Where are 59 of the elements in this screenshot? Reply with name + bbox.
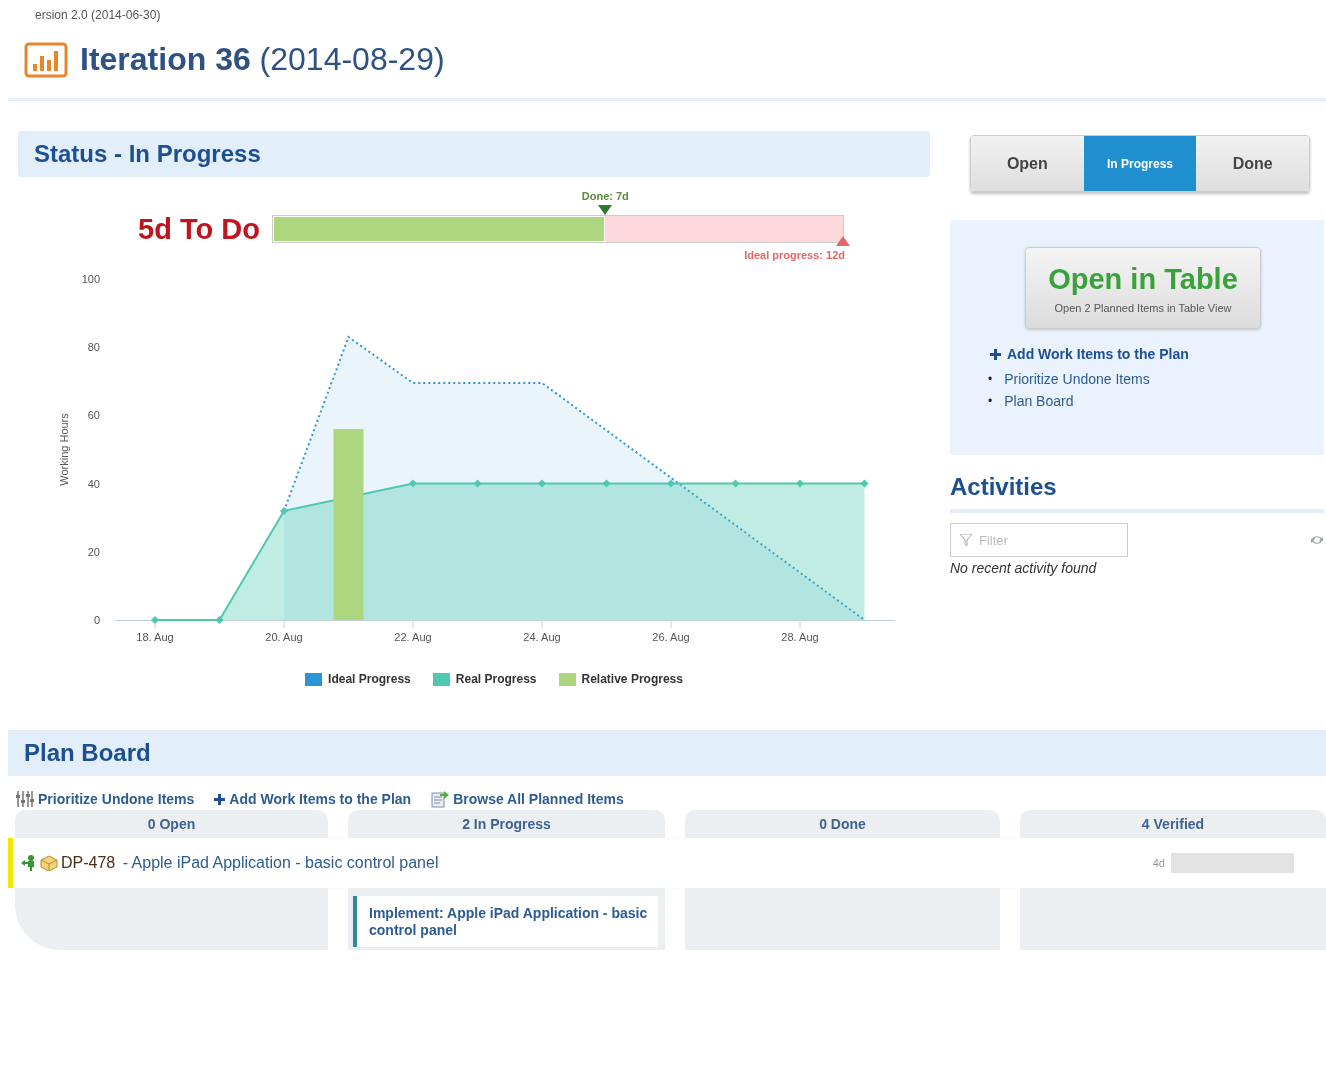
version-text: ersion 2.0 (2014-06-30) <box>34 7 161 22</box>
legend-swatch <box>432 672 450 686</box>
legend-label: Relative Progress <box>581 672 683 686</box>
axis-tick-label: 0 <box>93 614 100 626</box>
todo-text: 5d To Do <box>137 212 261 246</box>
activities-heading: Activities <box>950 473 1324 513</box>
section-heading: Plan Board <box>8 730 1326 776</box>
bullet: • <box>988 394 993 408</box>
done-label: Done: 7d <box>580 190 630 202</box>
package-icon <box>40 855 58 871</box>
axis-tick-label: 26. Aug <box>652 631 690 643</box>
column-header: 2 In Progress <box>348 810 665 838</box>
work-item-row[interactable]: DP-478 - Apple iPad Application - basic control panel 4d <box>8 838 1326 888</box>
legend-swatch <box>305 672 323 686</box>
bullet: • <box>988 372 993 386</box>
action-link[interactable]: Prioritize Undone Items <box>1004 370 1150 388</box>
empty-message: No recent activity found <box>950 560 1098 576</box>
add-work-items-link[interactable]: Add Work Items to the Plan <box>990 346 1324 362</box>
axis-tick-label: 22. Aug <box>394 631 432 643</box>
plus-icon <box>214 793 226 805</box>
page-title: Iteration 36 (2014-08-29) <box>80 41 445 78</box>
refresh-icon <box>1310 534 1324 546</box>
state-tab[interactable]: Open <box>971 136 1084 191</box>
action-link[interactable]: Plan Board <box>1004 392 1074 410</box>
toolbar-link[interactable]: Add Work Items to the Plan <box>214 788 412 810</box>
column-header: 0 Open <box>15 810 328 838</box>
estimate-text: 4d <box>1152 857 1165 869</box>
axis-tick-label: 100 <box>81 273 100 285</box>
chart-icon <box>24 41 68 78</box>
axis-tick-label: 18. Aug <box>136 631 174 643</box>
axis-tick-label: 20 <box>87 545 100 558</box>
state-tab[interactable]: In Progress <box>1083 136 1197 191</box>
toolbar-link[interactable]: Prioritize Undone Items <box>16 788 195 810</box>
axis-tick-label: 60 <box>87 409 100 422</box>
axis-title: Working Hours <box>58 413 70 486</box>
filter-field[interactable]: Filter <box>950 523 1128 557</box>
item-title[interactable]: - Apple iPad Application - basic control panel <box>118 854 439 872</box>
open-in-table-button[interactable]: Open in Table Open 2 Planned Items in Table View <box>1025 247 1261 329</box>
toolbar-link[interactable]: Browse All Planned Items <box>431 788 624 810</box>
axis-tick-label: 20. Aug <box>265 631 303 643</box>
plus-icon <box>990 348 1001 360</box>
column-header: 0 Done <box>685 810 1000 838</box>
state-tab[interactable]: Done <box>1196 136 1309 191</box>
axis-tick-label: 80 <box>87 341 100 354</box>
legend-label: Real Progress <box>455 672 537 686</box>
axis-tick-label: 28. Aug <box>781 631 819 643</box>
person-arrow-icon <box>21 855 37 871</box>
section-heading: Status - In Progress <box>18 131 930 177</box>
axis-tick-label: 40 <box>87 477 100 490</box>
document-arrow-icon <box>431 790 450 808</box>
sliders-icon <box>16 791 34 807</box>
column-header: 4 Verified <box>1020 810 1326 838</box>
axis-tick-label: 24. Aug <box>523 631 561 643</box>
legend-label: Ideal Progress <box>328 672 411 686</box>
task-card[interactable]: Implement: Apple iPad Application - basic control panel <box>353 896 658 947</box>
item-key[interactable]: DP-478 <box>61 854 116 872</box>
ideal-label: Ideal progress: 12d <box>744 249 845 261</box>
filter-icon <box>960 534 972 546</box>
down-triangle-icon <box>598 205 613 215</box>
